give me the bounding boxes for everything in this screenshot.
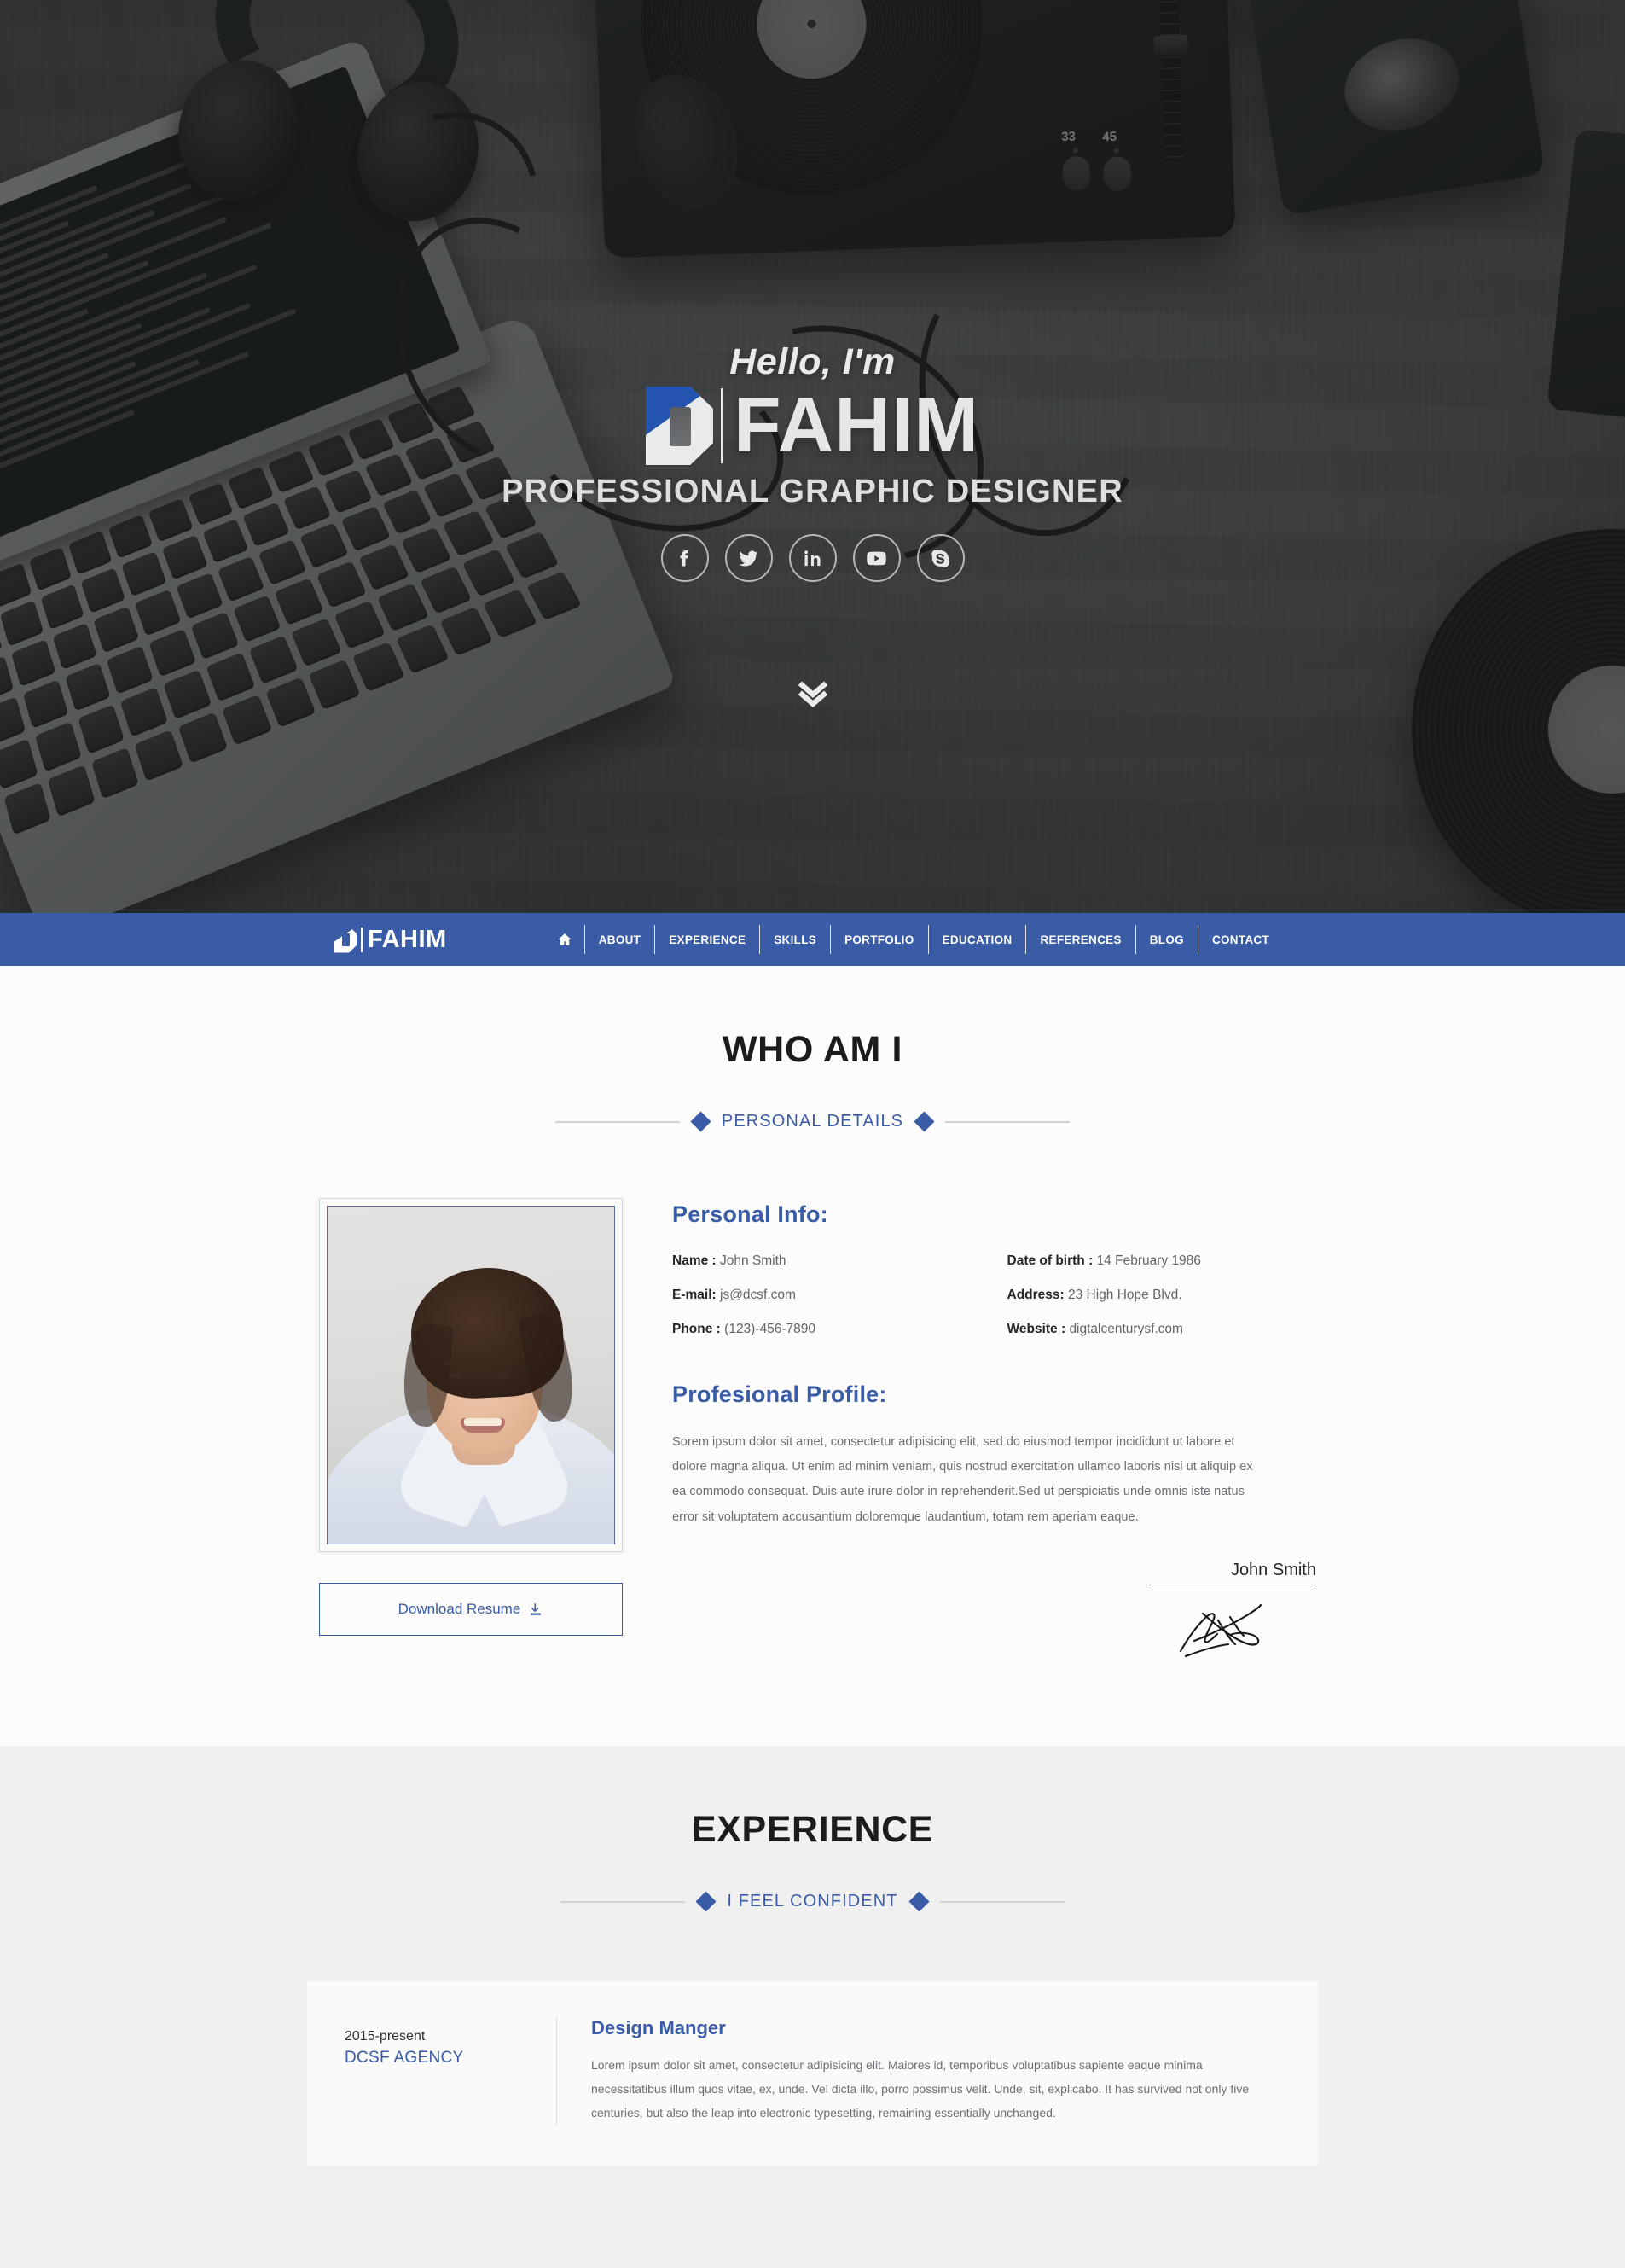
experience-role: Design Manger: [591, 2017, 726, 2039]
experience-date: 2015-present: [345, 2029, 426, 2044]
social-links: [0, 534, 1625, 582]
social-link-twitter[interactable]: [724, 534, 773, 582]
download-icon: [531, 1603, 542, 1615]
home-icon: [558, 933, 572, 945]
download-resume-button[interactable]: Download Resume: [319, 1583, 623, 1636]
info-label-address: Address:: [1007, 1288, 1065, 1302]
hero-tagline: PROFESSIONAL GRAPHIC DESIGNER: [502, 474, 1123, 509]
nav-menu: ABOUT EXPERIENCE SKILLS PORTFOLIO EDUCAT…: [545, 925, 1283, 954]
info-row-address: Address: 23 High Hope Blvd.: [1007, 1288, 1319, 1303]
info-value-email: js@dcsf.com: [720, 1288, 796, 1302]
download-resume-label: Download Resume: [398, 1601, 521, 1617]
info-label-phone: Phone :: [672, 1322, 721, 1336]
skype-icon: [931, 549, 949, 567]
info-value-website: digtalcenturysf.com: [1069, 1322, 1183, 1336]
signature-mark: [1149, 1585, 1316, 1667]
experience-section-subtitle: I FEEL CONFIDENT: [307, 1891, 1318, 1912]
scroll-down-button[interactable]: [0, 674, 1625, 716]
portrait-hair: [408, 1264, 566, 1402]
experience-entry: 2015-present DCSF AGENCY Design Manger L…: [307, 1981, 1318, 2166]
social-link-youtube[interactable]: [852, 534, 901, 582]
experience-description: Lorem ipsum dolor sit amet, consectetur …: [591, 2058, 1250, 2120]
experience-subtitle-text: I FEEL CONFIDENT: [727, 1892, 898, 1911]
about-section-subtitle: PERSONAL DETAILS: [307, 1111, 1318, 1132]
diamond-icon-left: [690, 1111, 711, 1132]
experience-section: EXPERIENCE I FEEL CONFIDENT 2015-present…: [0, 1746, 1625, 2268]
info-value-name: John Smith: [720, 1253, 786, 1268]
nav-logo[interactable]: FAHIM: [334, 913, 447, 966]
nav-logo-text: FAHIM: [368, 925, 447, 953]
about-section-title: WHO AM I: [722, 1029, 902, 1070]
signature-block: John Smith: [672, 1561, 1318, 1668]
hero-content: Hello, I'm FAHIM PROFESSIONAL GRAPHIC DE…: [0, 341, 1625, 582]
nav-logo-separator: [361, 927, 363, 952]
info-row-website: Website : digtalcenturysf.com: [1007, 1322, 1319, 1337]
social-link-skype[interactable]: [916, 534, 965, 582]
linkedin-icon: [804, 550, 821, 566]
twitter-icon: [739, 550, 758, 567]
info-row-phone: Phone : (123)-456-7890: [672, 1322, 984, 1337]
professional-profile-heading: Profesional Profile:: [672, 1381, 887, 1407]
chevron-double-down-icon: [798, 681, 827, 707]
info-row-dob: Date of birth : 14 February 1986: [1007, 1253, 1319, 1269]
nav-item-portfolio[interactable]: PORTFOLIO: [831, 925, 929, 954]
facebook-icon: [680, 550, 688, 566]
logo-separator: [720, 388, 723, 463]
about-section: WHO AM I PERSONAL DETAILS Download Resum…: [0, 966, 1625, 1747]
portrait-mouth: [461, 1418, 505, 1433]
nav-item-experience[interactable]: EXPERIENCE: [655, 925, 761, 954]
portrait-eye-left: [449, 1372, 462, 1379]
divider-line-left: [554, 1120, 680, 1123]
hero-name: FAHIM: [733, 382, 980, 469]
nav-item-about[interactable]: ABOUT: [583, 925, 656, 954]
nav-item-skills[interactable]: SKILLS: [760, 925, 832, 954]
nav-item-home[interactable]: [545, 925, 584, 954]
info-label-website: Website :: [1007, 1322, 1066, 1336]
experience-section-title: EXPERIENCE: [691, 1809, 934, 1851]
professional-profile-text: Sorem ipsum dolor sit amet, consectetur …: [672, 1435, 1253, 1524]
portrait-eye-right: [495, 1372, 508, 1379]
info-value-dob: 14 February 1986: [1096, 1253, 1201, 1268]
diamond-icon-right: [914, 1111, 935, 1132]
youtube-icon: [867, 551, 886, 565]
nav-item-education[interactable]: EDUCATION: [929, 925, 1027, 954]
info-value-phone: (123)-456-7890: [724, 1322, 816, 1336]
info-label-email: E-mail:: [672, 1288, 717, 1302]
social-link-facebook[interactable]: [660, 534, 709, 582]
info-row-name: Name : John Smith: [672, 1253, 984, 1269]
about-subtitle-text: PERSONAL DETAILS: [721, 1112, 904, 1131]
signature-name: John Smith: [1230, 1560, 1316, 1579]
hero-name-row: FAHIM: [0, 387, 1625, 465]
info-value-address: 23 High Hope Blvd.: [1068, 1288, 1182, 1302]
main-navigation-bar: FAHIM ABOUT EXPERIENCE SKILLS PORTFOLIO …: [0, 913, 1625, 966]
nav-item-references[interactable]: REFERENCES: [1026, 925, 1136, 954]
portrait-frame: [319, 1198, 623, 1552]
diamond-icon-left: [695, 1891, 717, 1912]
info-label-name: Name :: [672, 1253, 717, 1268]
nav-brand-d-logo-icon: [334, 926, 357, 953]
diamond-icon-right: [908, 1891, 930, 1912]
experience-company: DCSF AGENCY: [345, 2049, 464, 2067]
personal-info-heading: Personal Info:: [672, 1201, 828, 1227]
divider-line-right: [945, 1120, 1071, 1123]
brand-d-logo-icon: [645, 387, 713, 465]
info-label-dob: Date of birth :: [1007, 1253, 1094, 1268]
nav-item-blog[interactable]: BLOG: [1136, 925, 1198, 954]
divider-line-left: [560, 1900, 686, 1903]
personal-info-grid: Name : John Smith Date of birth : 14 Feb…: [672, 1253, 1318, 1337]
hero-banner: 33 45 Hello, I'm FAHIM PROFESSIONAL GRAP…: [0, 0, 1625, 913]
hero-greeting: Hello, I'm: [729, 341, 896, 382]
social-link-linkedin[interactable]: [788, 534, 837, 582]
portrait-photo: [327, 1206, 615, 1544]
handwritten-signature-icon: [1179, 1604, 1262, 1658]
nav-item-contact[interactable]: CONTACT: [1198, 925, 1283, 954]
info-row-email: E-mail: js@dcsf.com: [672, 1288, 984, 1303]
divider-line-right: [939, 1900, 1065, 1903]
